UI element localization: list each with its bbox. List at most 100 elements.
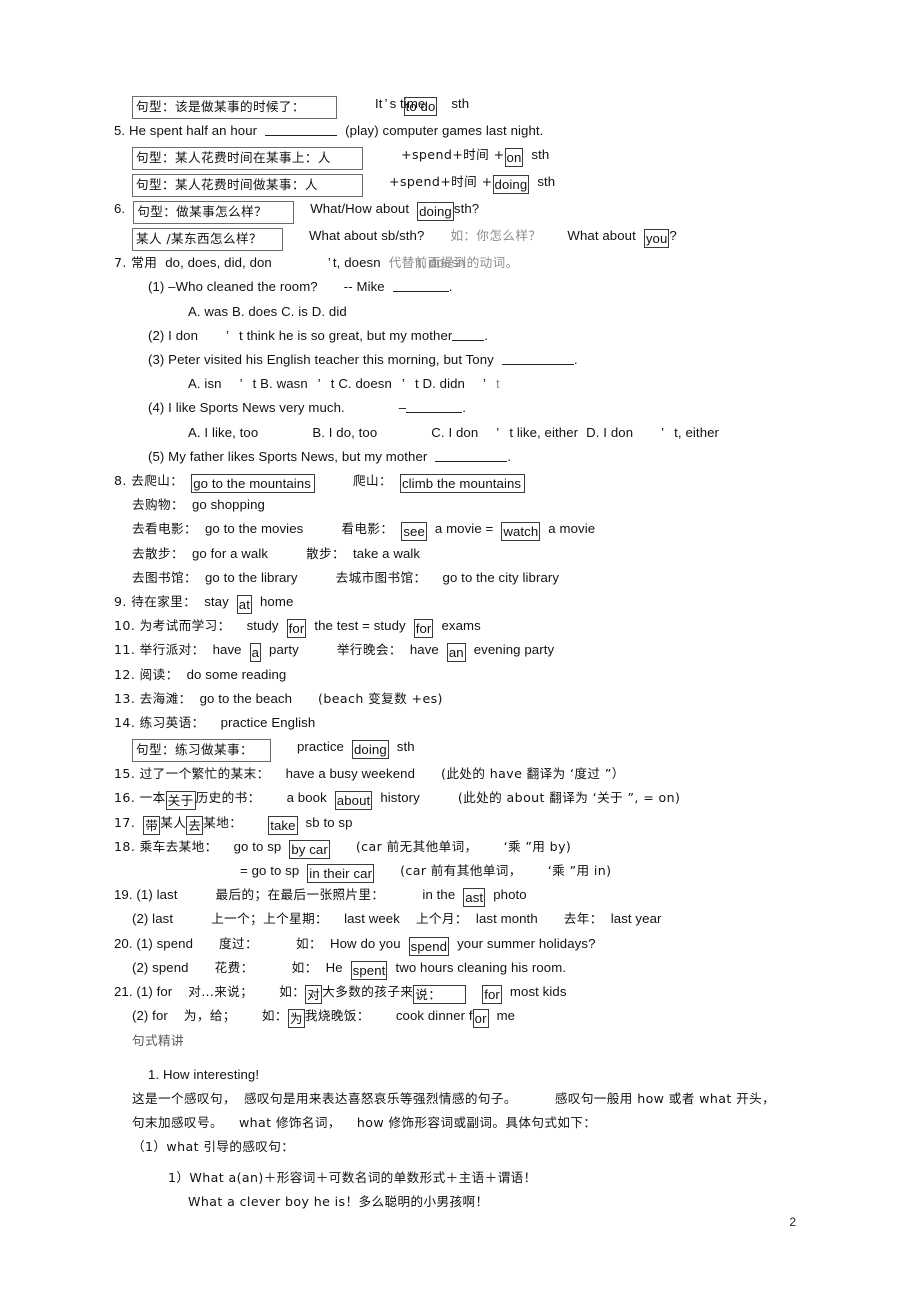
walk-en: go for a walk xyxy=(191,545,269,561)
line-s1-p3: （1）what 引导的感叹句： xyxy=(110,1135,870,1159)
movie-en: go to the movies xyxy=(204,521,304,537)
opt-d1: D. I don xyxy=(586,424,634,440)
q17-mid: 某人 xyxy=(160,814,187,830)
q7-apos: ’ xyxy=(327,255,331,271)
q12-a: do some reading xyxy=(186,666,287,682)
s1-p1b: 感叹句是用来表达喜怒哀乐等强烈情感的句子。 xyxy=(243,1090,517,1106)
q20-a: 度过： xyxy=(219,935,258,951)
q15-num: 15. 过了一个繁忙的某末： xyxy=(114,766,270,782)
box-on: on xyxy=(504,148,524,168)
line-q8: 8. 去爬山： go to the mountains 爬山： climb the m… xyxy=(110,469,870,494)
q7-3-a: (3) Peter visited his English teacher th… xyxy=(148,352,494,368)
opt-c1: C. I don xyxy=(431,424,479,440)
q5-tail: (play) computer games last night. xyxy=(345,123,544,138)
box-you: you xyxy=(643,229,670,249)
overlap-time-todo: s time to do xyxy=(390,92,438,116)
walk2-cn: 散步： xyxy=(306,545,346,561)
q11-e: evening party xyxy=(473,642,555,658)
blank-underline xyxy=(392,279,449,293)
q19-2d: last month xyxy=(475,911,538,927)
q17-end: 某地： xyxy=(203,814,243,830)
line-q20-2: (2) spend 花费： 如： He spent two hours cleaning … xyxy=(110,956,870,980)
box-article-a: a xyxy=(249,643,262,663)
q6-b: What about sb/sth? xyxy=(309,228,425,244)
box-take: take xyxy=(268,815,298,835)
blank-underline xyxy=(452,328,485,341)
shop-en: go shopping xyxy=(191,497,265,513)
q16-b: history xyxy=(380,790,420,806)
q10-b: the test = study xyxy=(314,618,406,634)
line-q21: 21. (1) for 对…来说； 如：对大多数的孩子来 说： for most kids xyxy=(110,980,870,1005)
q14-c: sth xyxy=(396,739,415,755)
q20-2a: 花费： xyxy=(214,959,254,975)
q21-cn2: 大多数的孩子来 xyxy=(322,984,414,1000)
q7-4-a: (4) I like Sports News very much. xyxy=(148,400,345,416)
opt-a: A. I like, too xyxy=(188,424,259,440)
q18-a: go to sp xyxy=(233,838,282,854)
q21-2cn3: 烧晚饭： xyxy=(317,1008,370,1024)
box-for-2: for xyxy=(413,619,434,639)
box-about: about xyxy=(334,791,373,811)
line-s1-p4: 1）What a(an)＋形容词＋可数名词的单数形式＋主语＋谓语！ xyxy=(110,1166,870,1190)
q19-num: 19. (1) last xyxy=(114,887,178,903)
line-q7-5: (5) My father likes Sports News, but my … xyxy=(110,445,870,469)
pattern-box-spend-on: 句型：某人花费时间在某事上：人 xyxy=(132,147,363,171)
box-wei: 为 xyxy=(287,1009,305,1029)
q15-b: (此处的 have 翻译为 ‘度过 ”） xyxy=(441,766,625,782)
line-q11: 11. 举行派对： have a party 举行晚会： have an evening pa… xyxy=(110,638,870,663)
box-for: for xyxy=(482,985,502,1005)
q10-a: study xyxy=(246,618,279,634)
box-mountains-2: climb the mountains xyxy=(399,474,526,494)
box-article-an: an xyxy=(446,643,466,663)
box-see: see xyxy=(401,522,427,542)
box-doing: doing xyxy=(492,175,530,195)
line-q8-shopping: 去购物： go shopping xyxy=(110,493,870,517)
line-s1-title: 1. How interesting! xyxy=(110,1063,870,1087)
line-s1-p1: 这是一个感叹句， 感叹句是用来表达喜怒哀乐等强烈情感的句子。 感叹句一般用 how … xyxy=(110,1087,870,1111)
walk-cn: 去散步： xyxy=(132,545,184,561)
s1-title: 1. How interesting! xyxy=(148,1066,260,1082)
q7-4-dash: – xyxy=(398,400,407,416)
q20-2d: two hours cleaning his room. xyxy=(395,959,567,975)
s1-p2a: 句末加感叹号。 xyxy=(132,1115,223,1131)
q19-c: photo xyxy=(493,887,527,903)
line-q7-4: (4) I like Sports News very much. –. xyxy=(110,396,870,420)
q20-num: 20. (1) spend xyxy=(114,935,194,951)
box-spend: spend xyxy=(408,936,450,956)
q16-num: 16. 一本 xyxy=(114,790,166,806)
line-spend-on: 句型：某人花费时间在某事上：人 +spend+时间 + on sth xyxy=(110,143,870,171)
movie2-en: a movie = xyxy=(434,521,494,537)
opt-a: A. isn xyxy=(188,376,222,392)
q18-e: (car 前有其他单词， xyxy=(400,863,522,879)
s1-p2b: what 修饰名词， xyxy=(238,1115,341,1131)
line-q14-pattern: 句型：练习做某事： practice doing sth xyxy=(110,735,870,763)
q11-a: have xyxy=(212,642,242,658)
q7-3-b: . xyxy=(573,352,578,368)
line-spend-doing: 句型：某人花费时间做某事：人 +spend+时间 + doing sth xyxy=(110,170,870,198)
opt-d: t D. didn xyxy=(414,376,465,392)
movie-cn: 去看电影： xyxy=(132,521,197,537)
overlap-q7: 代替前面提到的动词。’t, doesn xyxy=(389,251,519,275)
box-for-1: for xyxy=(286,619,307,639)
q17-num: 17. xyxy=(114,814,136,830)
q19-2b: last week xyxy=(344,911,400,927)
line-q7-2: (2) I don ’ t think he is so great, but my… xyxy=(110,324,870,348)
opt-b: B. I do, too xyxy=(312,424,378,440)
q8-num: 8. 去爬山： xyxy=(114,473,184,489)
q9-num: 9. 待在家里： xyxy=(114,594,197,610)
section-title-text: 句式精讲 xyxy=(132,1032,184,1048)
q6-d: What about xyxy=(567,228,636,244)
q10-c: exams xyxy=(441,618,481,634)
line-q17: 17. 带某人去某地： take sb to sp xyxy=(110,811,870,835)
q6-a: What/How about xyxy=(310,201,410,217)
box-at: at xyxy=(236,595,252,615)
opt-e: t xyxy=(496,376,500,392)
q13-b: (beach 变复数 +es) xyxy=(318,690,443,706)
q21-2d: me xyxy=(496,1008,516,1024)
q21-2b: 如： xyxy=(261,1008,288,1024)
box-in-their-car: in their car xyxy=(307,864,375,884)
q20-c: How do you xyxy=(330,935,401,951)
q7-num: 7. 常用 xyxy=(114,255,158,271)
s1-p1a: 这是一个感叹句， xyxy=(132,1090,236,1106)
s1-p1c: 感叹句一般用 how 或者 what 开头， xyxy=(554,1090,776,1106)
